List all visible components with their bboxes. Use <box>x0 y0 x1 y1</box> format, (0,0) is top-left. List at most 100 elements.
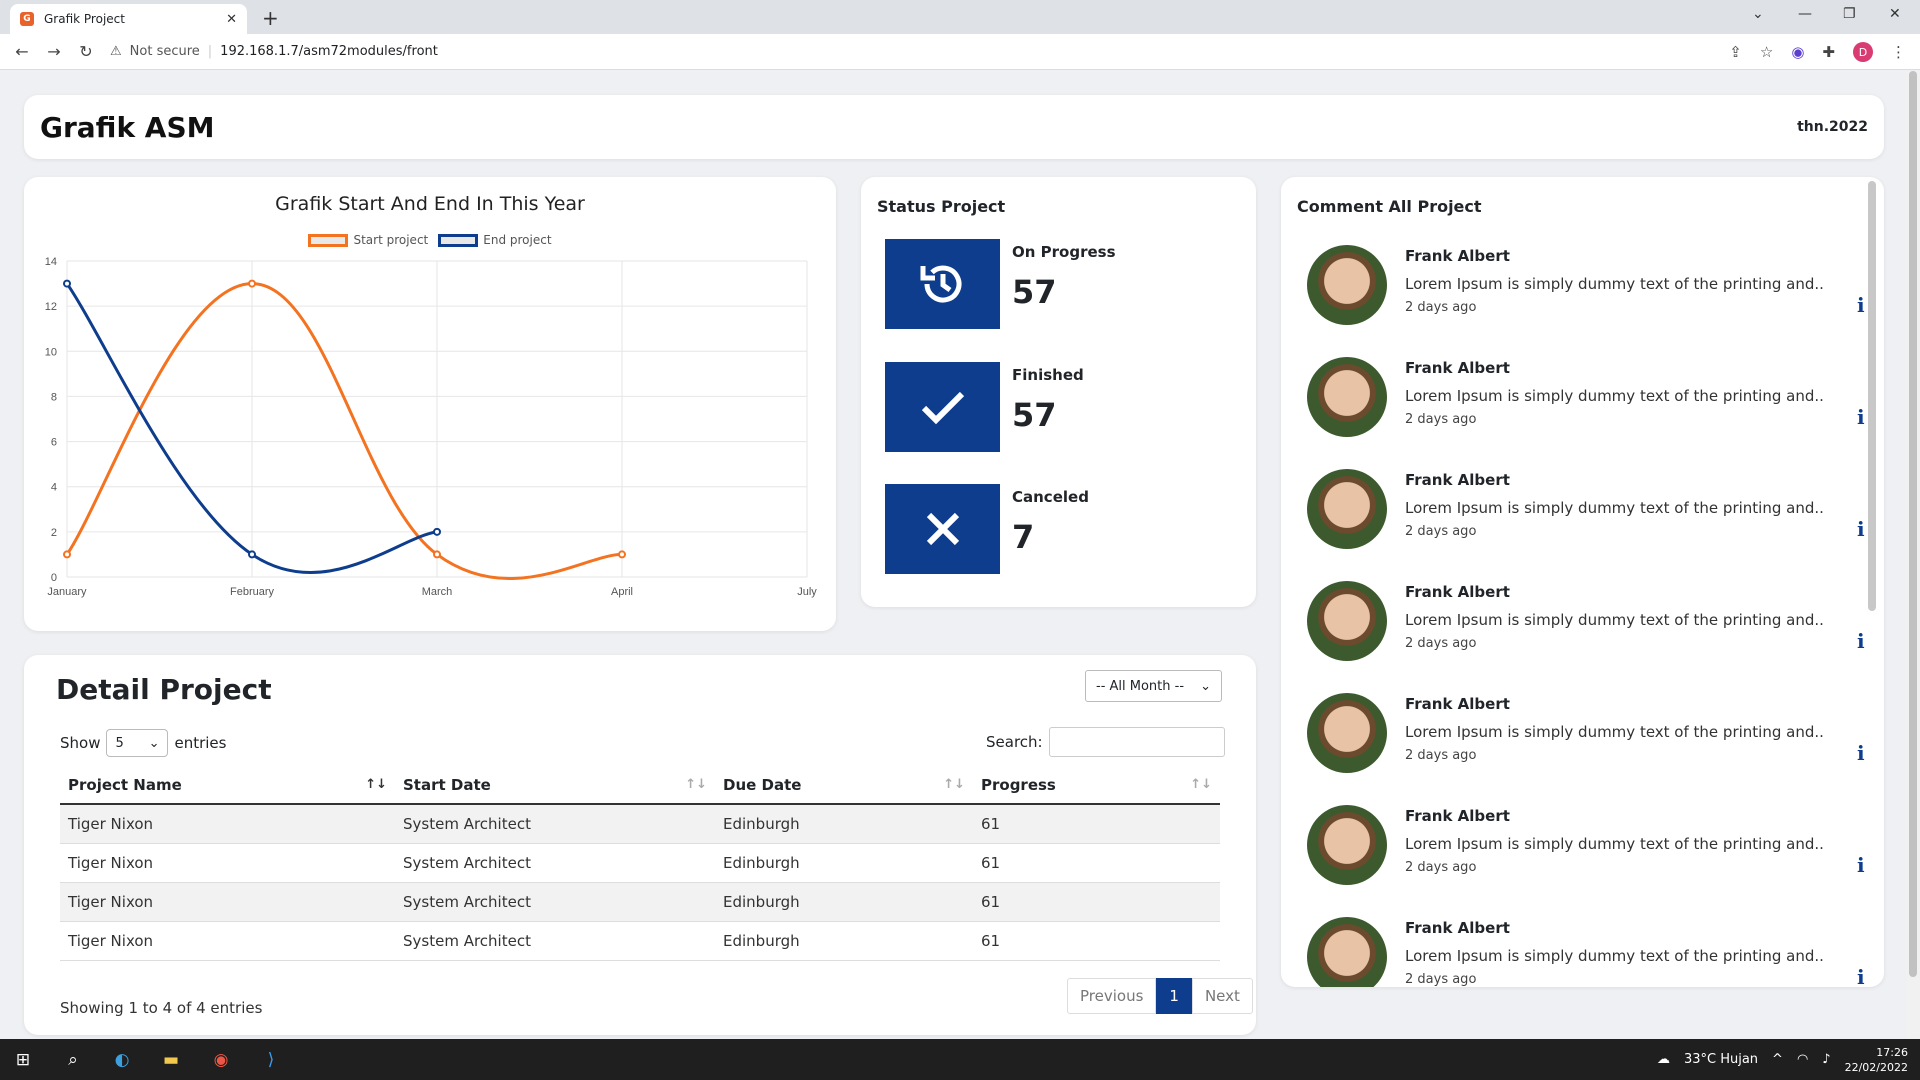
comment-author: Frank Albert <box>1405 695 1510 713</box>
extension-circle-icon[interactable]: ◉ <box>1791 43 1804 61</box>
edge-icon[interactable]: ◐ <box>109 1047 135 1073</box>
table-row[interactable]: Tiger Nixon System Architect Edinburgh 61 <box>60 843 1220 883</box>
page-1-button[interactable]: 1 <box>1156 978 1192 1014</box>
line-chart: 0 2 4 6 8 10 12 14 January February March April July <box>45 256 818 598</box>
browser-tab-strip: G Grafik Project ✕ + ⌄ — ❐ ✕ <box>0 0 1920 34</box>
comment-author: Frank Albert <box>1405 359 1510 377</box>
tray-chevron-icon[interactable]: ^ <box>1772 1052 1783 1067</box>
file-explorer-icon[interactable]: ▬ <box>158 1047 184 1073</box>
browser-tab[interactable]: G Grafik Project ✕ <box>10 4 247 34</box>
back-icon[interactable]: ← <box>6 42 38 61</box>
avatar <box>1307 581 1387 661</box>
y-tick-label: 12 <box>45 301 57 313</box>
clock[interactable]: 17:26 22/02/2022 <box>1845 1045 1908 1075</box>
y-tick-label: 14 <box>45 256 57 268</box>
column-header-project-name[interactable]: Project Name ↑↓ <box>60 767 395 805</box>
volume-icon[interactable]: ♪ <box>1822 1052 1830 1067</box>
info-icon[interactable]: i <box>1857 293 1865 317</box>
comments-scrollbar[interactable] <box>1868 181 1876 611</box>
info-icon[interactable]: i <box>1857 741 1865 765</box>
y-tick-label: 2 <box>51 527 57 539</box>
close-tab-icon[interactable]: ✕ <box>226 12 237 27</box>
previous-button[interactable]: Previous <box>1067 978 1157 1014</box>
table-row[interactable]: Tiger Nixon System Architect Edinburgh 61 <box>60 804 1220 844</box>
entries-value: 5 <box>115 735 124 751</box>
taskbar: ⊞ ⌕ ◐ ▬ ◉ ⟩ ☁ 33°C Hujan ^ ◠ ♪ 17:26 22/0… <box>0 1039 1920 1080</box>
maximize-icon[interactable]: ❐ <box>1843 6 1856 22</box>
comment-item: Frank Albert Lorem Ipsum is simply dummy … <box>1307 805 1867 905</box>
chevron-down-icon: ⌄ <box>148 735 160 751</box>
url-text: 192.168.1.7/asm72modules/front <box>220 44 438 59</box>
comment-time: 2 days ago <box>1405 524 1477 539</box>
sort-icon: ↑↓ <box>685 777 707 792</box>
year-label: thn.2022 <box>1797 119 1868 135</box>
clock-time: 17:26 <box>1876 1045 1908 1059</box>
comment-time: 2 days ago <box>1405 748 1477 763</box>
share-icon[interactable]: ⇪ <box>1729 43 1742 61</box>
scrollbar-thumb[interactable] <box>1909 71 1917 977</box>
data-point <box>433 527 441 536</box>
address-divider: | <box>207 44 213 59</box>
table-row[interactable]: Tiger Nixon System Architect Edinburgh 61 <box>60 921 1220 961</box>
table-row[interactable]: Tiger Nixon System Architect Edinburgh 61 <box>60 882 1220 922</box>
status-finished[interactable]: Finished 57 <box>885 362 1185 452</box>
browser-toolbar: ← → ↻ ⚠ Not secure | 192.168.1.7/asm72mo… <box>0 34 1920 70</box>
avatar <box>1307 245 1387 325</box>
search-input[interactable] <box>1048 727 1225 757</box>
column-header-due-date[interactable]: Due Date ↑↓ <box>715 767 973 805</box>
comment-text: Lorem Ipsum is simply dummy text of the … <box>1405 611 1824 629</box>
info-icon[interactable]: i <box>1857 405 1865 429</box>
info-icon[interactable]: i <box>1857 853 1865 877</box>
search-icon[interactable]: ⌕ <box>60 1047 86 1073</box>
comment-text: Lorem Ipsum is simply dummy text of the … <box>1405 835 1824 853</box>
y-tick-label: 6 <box>51 437 57 449</box>
status-card: Status Project On Progress 57 Finished 57 … <box>861 177 1256 607</box>
chrome-icon[interactable]: ◉ <box>208 1047 234 1073</box>
data-point <box>248 550 256 559</box>
table-info: Showing 1 to 4 of 4 entries <box>60 999 263 1017</box>
weather-text[interactable]: 33°C Hujan <box>1684 1052 1758 1067</box>
table-cell: 61 <box>973 804 1220 844</box>
info-icon[interactable]: i <box>1857 629 1865 653</box>
bookmark-star-icon[interactable]: ☆ <box>1760 43 1773 61</box>
pagination: Previous 1 Next <box>1067 978 1253 1014</box>
network-icon[interactable]: ◠ <box>1797 1052 1808 1067</box>
page-scrollbar[interactable] <box>1906 71 1920 1039</box>
entries-length: Show 5 ⌄ entries <box>60 729 226 757</box>
sort-icon: ↑↓ <box>943 777 965 792</box>
column-header-progress[interactable]: Progress ↑↓ <box>973 767 1220 805</box>
search-label: Search: <box>986 733 1043 751</box>
table-cell: Edinburgh <box>715 804 973 844</box>
status-canceled[interactable]: Canceled 7 <box>885 484 1185 574</box>
vscode-icon[interactable]: ⟩ <box>258 1047 284 1073</box>
window-close-icon[interactable]: ✕ <box>1889 6 1901 22</box>
profile-avatar[interactable]: D <box>1853 42 1873 62</box>
table-cell: Tiger Nixon <box>60 921 395 961</box>
favicon-icon: G <box>20 12 34 26</box>
forward-icon[interactable]: → <box>38 42 70 61</box>
comment-time: 2 days ago <box>1405 636 1477 651</box>
info-icon[interactable]: i <box>1857 517 1865 541</box>
comment-time: 2 days ago <box>1405 860 1477 875</box>
table-cell: System Architect <box>395 804 715 844</box>
x-tick-label: March <box>422 586 453 598</box>
column-header-start-date[interactable]: Start Date ↑↓ <box>395 767 715 805</box>
table-cell: Tiger Nixon <box>60 804 395 844</box>
address-bar[interactable]: ⚠ Not secure | 192.168.1.7/asm72modules/… <box>110 44 438 59</box>
menu-kebab-icon[interactable]: ⋮ <box>1891 43 1906 61</box>
extensions-puzzle-icon[interactable]: ✚ <box>1822 43 1835 61</box>
column-label: Start Date <box>403 776 491 794</box>
month-filter-select[interactable]: -- All Month -- ⌄ <box>1085 670 1222 702</box>
comments-title: Comment All Project <box>1297 197 1482 216</box>
tab-search-icon[interactable]: ⌄ <box>1752 6 1764 22</box>
new-tab-icon[interactable]: + <box>262 6 279 30</box>
status-value: 57 <box>1012 396 1057 434</box>
reload-icon[interactable]: ↻ <box>70 42 102 61</box>
info-icon[interactable]: i <box>1857 965 1865 987</box>
minimize-icon[interactable]: — <box>1798 6 1812 22</box>
next-button[interactable]: Next <box>1191 978 1253 1014</box>
table-cell: Tiger Nixon <box>60 843 395 883</box>
windows-start-icon[interactable]: ⊞ <box>10 1047 36 1073</box>
status-on-progress[interactable]: On Progress 57 <box>885 239 1185 329</box>
entries-select[interactable]: 5 ⌄ <box>106 729 169 757</box>
